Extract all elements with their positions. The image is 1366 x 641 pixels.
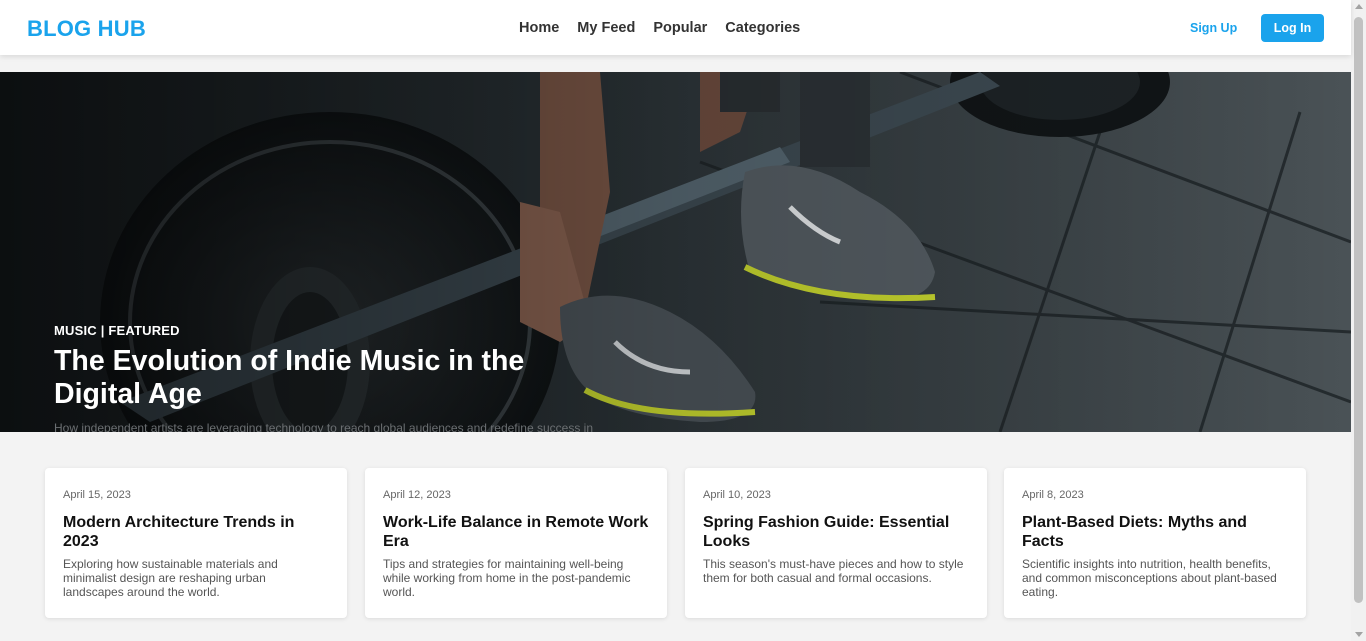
post-date: April 10, 2023 <box>703 489 771 501</box>
hero-title[interactable]: The Evolution of Indie Music in the Digi… <box>54 345 594 411</box>
site-logo[interactable]: BLOG HUB <box>27 16 146 42</box>
post-excerpt: Tips and strategies for maintaining well… <box>383 557 631 599</box>
sign-up-link[interactable]: Sign Up <box>1190 21 1237 35</box>
post-excerpt: Exploring how sustainable materials and … <box>63 557 278 599</box>
post-card[interactable]: April 12, 2023 Work-Life Balance in Remo… <box>365 468 667 618</box>
post-excerpt: This season's must-have pieces and how t… <box>703 557 964 585</box>
hero-excerpt: How independent artists are leveraging t… <box>54 421 594 432</box>
post-title[interactable]: Modern Architecture Trends in 2023 <box>63 513 329 551</box>
scroll-up-icon[interactable] <box>1355 4 1363 9</box>
featured-hero[interactable]: MUSIC | FEATURED The Evolution of Indie … <box>0 72 1351 432</box>
post-title[interactable]: Spring Fashion Guide: Essential Looks <box>703 513 969 551</box>
post-card[interactable]: April 8, 2023 Plant-Based Diets: Myths a… <box>1004 468 1306 618</box>
post-date: April 15, 2023 <box>63 489 131 501</box>
page: BLOG HUB Home My Feed Popular Categories… <box>0 0 1366 641</box>
post-date: April 8, 2023 <box>1022 489 1084 501</box>
post-title[interactable]: Plant-Based Diets: Myths and Facts <box>1022 513 1288 551</box>
post-card[interactable]: April 15, 2023 Modern Architecture Trend… <box>45 468 347 618</box>
post-title[interactable]: Work-Life Balance in Remote Work Era <box>383 513 649 551</box>
nav-popular[interactable]: Popular <box>653 20 707 36</box>
site-header: BLOG HUB Home My Feed Popular Categories… <box>0 0 1351 55</box>
log-in-button[interactable]: Log In <box>1261 14 1324 42</box>
nav-categories[interactable]: Categories <box>725 20 800 36</box>
scroll-thumb[interactable] <box>1354 17 1363 603</box>
hero-category: MUSIC | FEATURED <box>54 323 180 338</box>
post-card[interactable]: April 10, 2023 Spring Fashion Guide: Ess… <box>685 468 987 618</box>
scroll-down-icon[interactable] <box>1355 632 1363 637</box>
vertical-scrollbar[interactable] <box>1351 0 1366 641</box>
nav-home[interactable]: Home <box>519 20 559 36</box>
post-excerpt: Scientific insights into nutrition, heal… <box>1022 557 1277 599</box>
post-date: April 12, 2023 <box>383 489 451 501</box>
nav-my-feed[interactable]: My Feed <box>577 20 635 36</box>
main-nav: Home My Feed Popular Categories <box>519 20 818 36</box>
